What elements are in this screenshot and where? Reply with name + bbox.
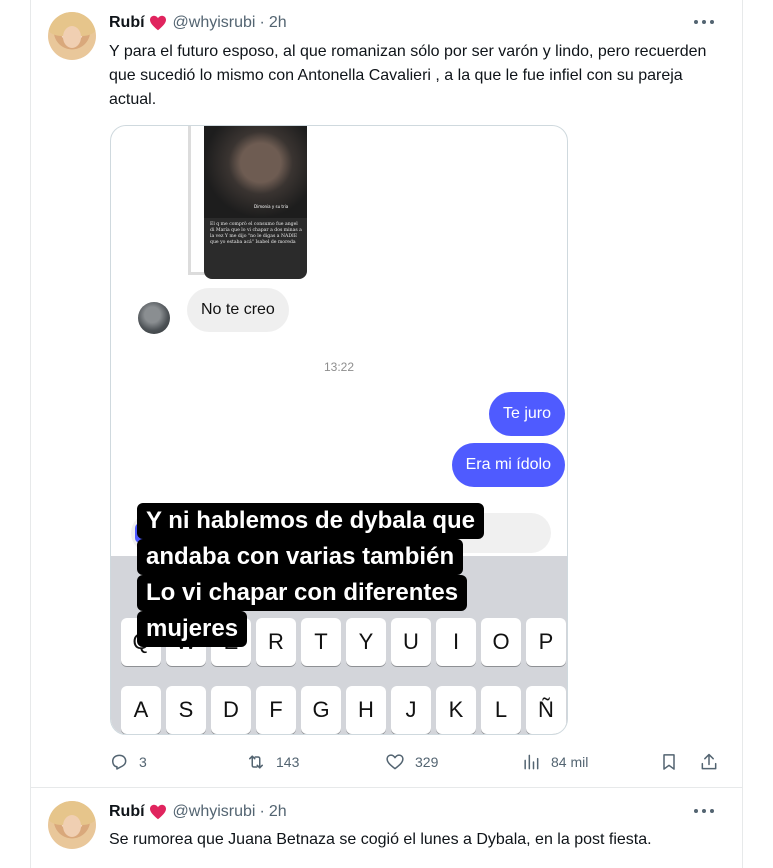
key: Ñ [526,686,566,734]
tweet-header: Rubí @whyisrubi · 2h [109,12,287,34]
key: H [346,686,386,734]
reply-count: 3 [139,754,147,770]
more-icon[interactable] [694,18,714,26]
views-icon [521,752,541,772]
story-thumbnail: Dimonia y su tria El q me comprò el cons… [204,126,307,279]
key: F [256,686,296,734]
author-handle[interactable]: @whyisrubi [173,14,256,32]
overlay-line: Y ni hablemos de dybala que [137,503,484,539]
sent-message: Te juro [488,392,565,436]
sender-avatar [138,302,170,334]
avatar-face [63,26,81,48]
tweet-actions: 3 143 329 84 mil [109,748,729,776]
author-handle[interactable]: @whyisrubi [173,803,256,821]
bookmark-button[interactable] [659,748,679,776]
timeline-right-border [742,0,743,868]
like-icon [385,752,405,772]
more-icon[interactable] [694,807,714,815]
views-count: 84 mil [551,754,589,770]
retweet-button[interactable]: 143 [246,748,299,776]
avatar[interactable] [48,12,96,60]
tweet-header: Rubí @whyisrubi · 2h [109,801,287,823]
key: G [301,686,341,734]
share-button[interactable] [699,748,719,776]
story-caption: El q me comprò el consumo fue angel di M… [210,222,302,245]
tweet-time[interactable]: 2h [269,803,287,821]
avatar-face [63,815,81,837]
reply-icon [109,752,129,772]
avatar[interactable] [48,801,96,849]
views-button[interactable]: 84 mil [521,748,588,776]
author-name[interactable]: Rubí [109,14,145,32]
story-tag: Dimonia y su tria [254,204,289,209]
message-timestamp: 13:22 [323,360,355,374]
retweet-icon [246,752,266,772]
key: K [436,686,476,734]
received-message: No te creo [187,288,289,332]
key: J [391,686,431,734]
tweet-text: Y para el futuro esposo, al que romaniza… [109,43,707,108]
red-heart-icon [149,15,167,31]
retweet-count: 143 [276,754,300,770]
like-count: 329 [415,754,439,770]
tweet[interactable]: Rubí @whyisrubi · 2h Y para el futuro es… [31,0,742,788]
tweet[interactable]: Rubí @whyisrubi · 2h Se rumorea que Juan… [31,789,742,868]
share-icon [699,752,719,772]
reply-button[interactable]: 3 [109,748,147,776]
key: S [166,686,206,734]
key: A [121,686,161,734]
tweet-text: Se rumorea que Juana Betnaza se cogió el… [109,831,652,848]
overlay-line: mujeres [137,611,248,647]
key: L [481,686,521,734]
separator-dot: · [259,14,265,31]
author-name[interactable]: Rubí [109,803,145,821]
tweet-time[interactable]: 2h [269,14,287,32]
overlay-line: Lo vi chapar con diferentes [137,575,468,611]
bookmark-icon [659,752,679,772]
caption-overlay: Y ni hablemos de dybala que andaba con v… [137,503,542,647]
red-heart-icon [149,804,167,820]
overlay-line: andaba con varias también [137,539,464,575]
story-reply-line [188,126,191,274]
sent-message: Era mi ídolo [451,443,565,487]
separator-dot: · [259,803,265,820]
keyboard-row: A S D F G H J K L Ñ [121,686,567,734]
key: D [211,686,251,734]
like-button[interactable]: 329 [385,748,438,776]
